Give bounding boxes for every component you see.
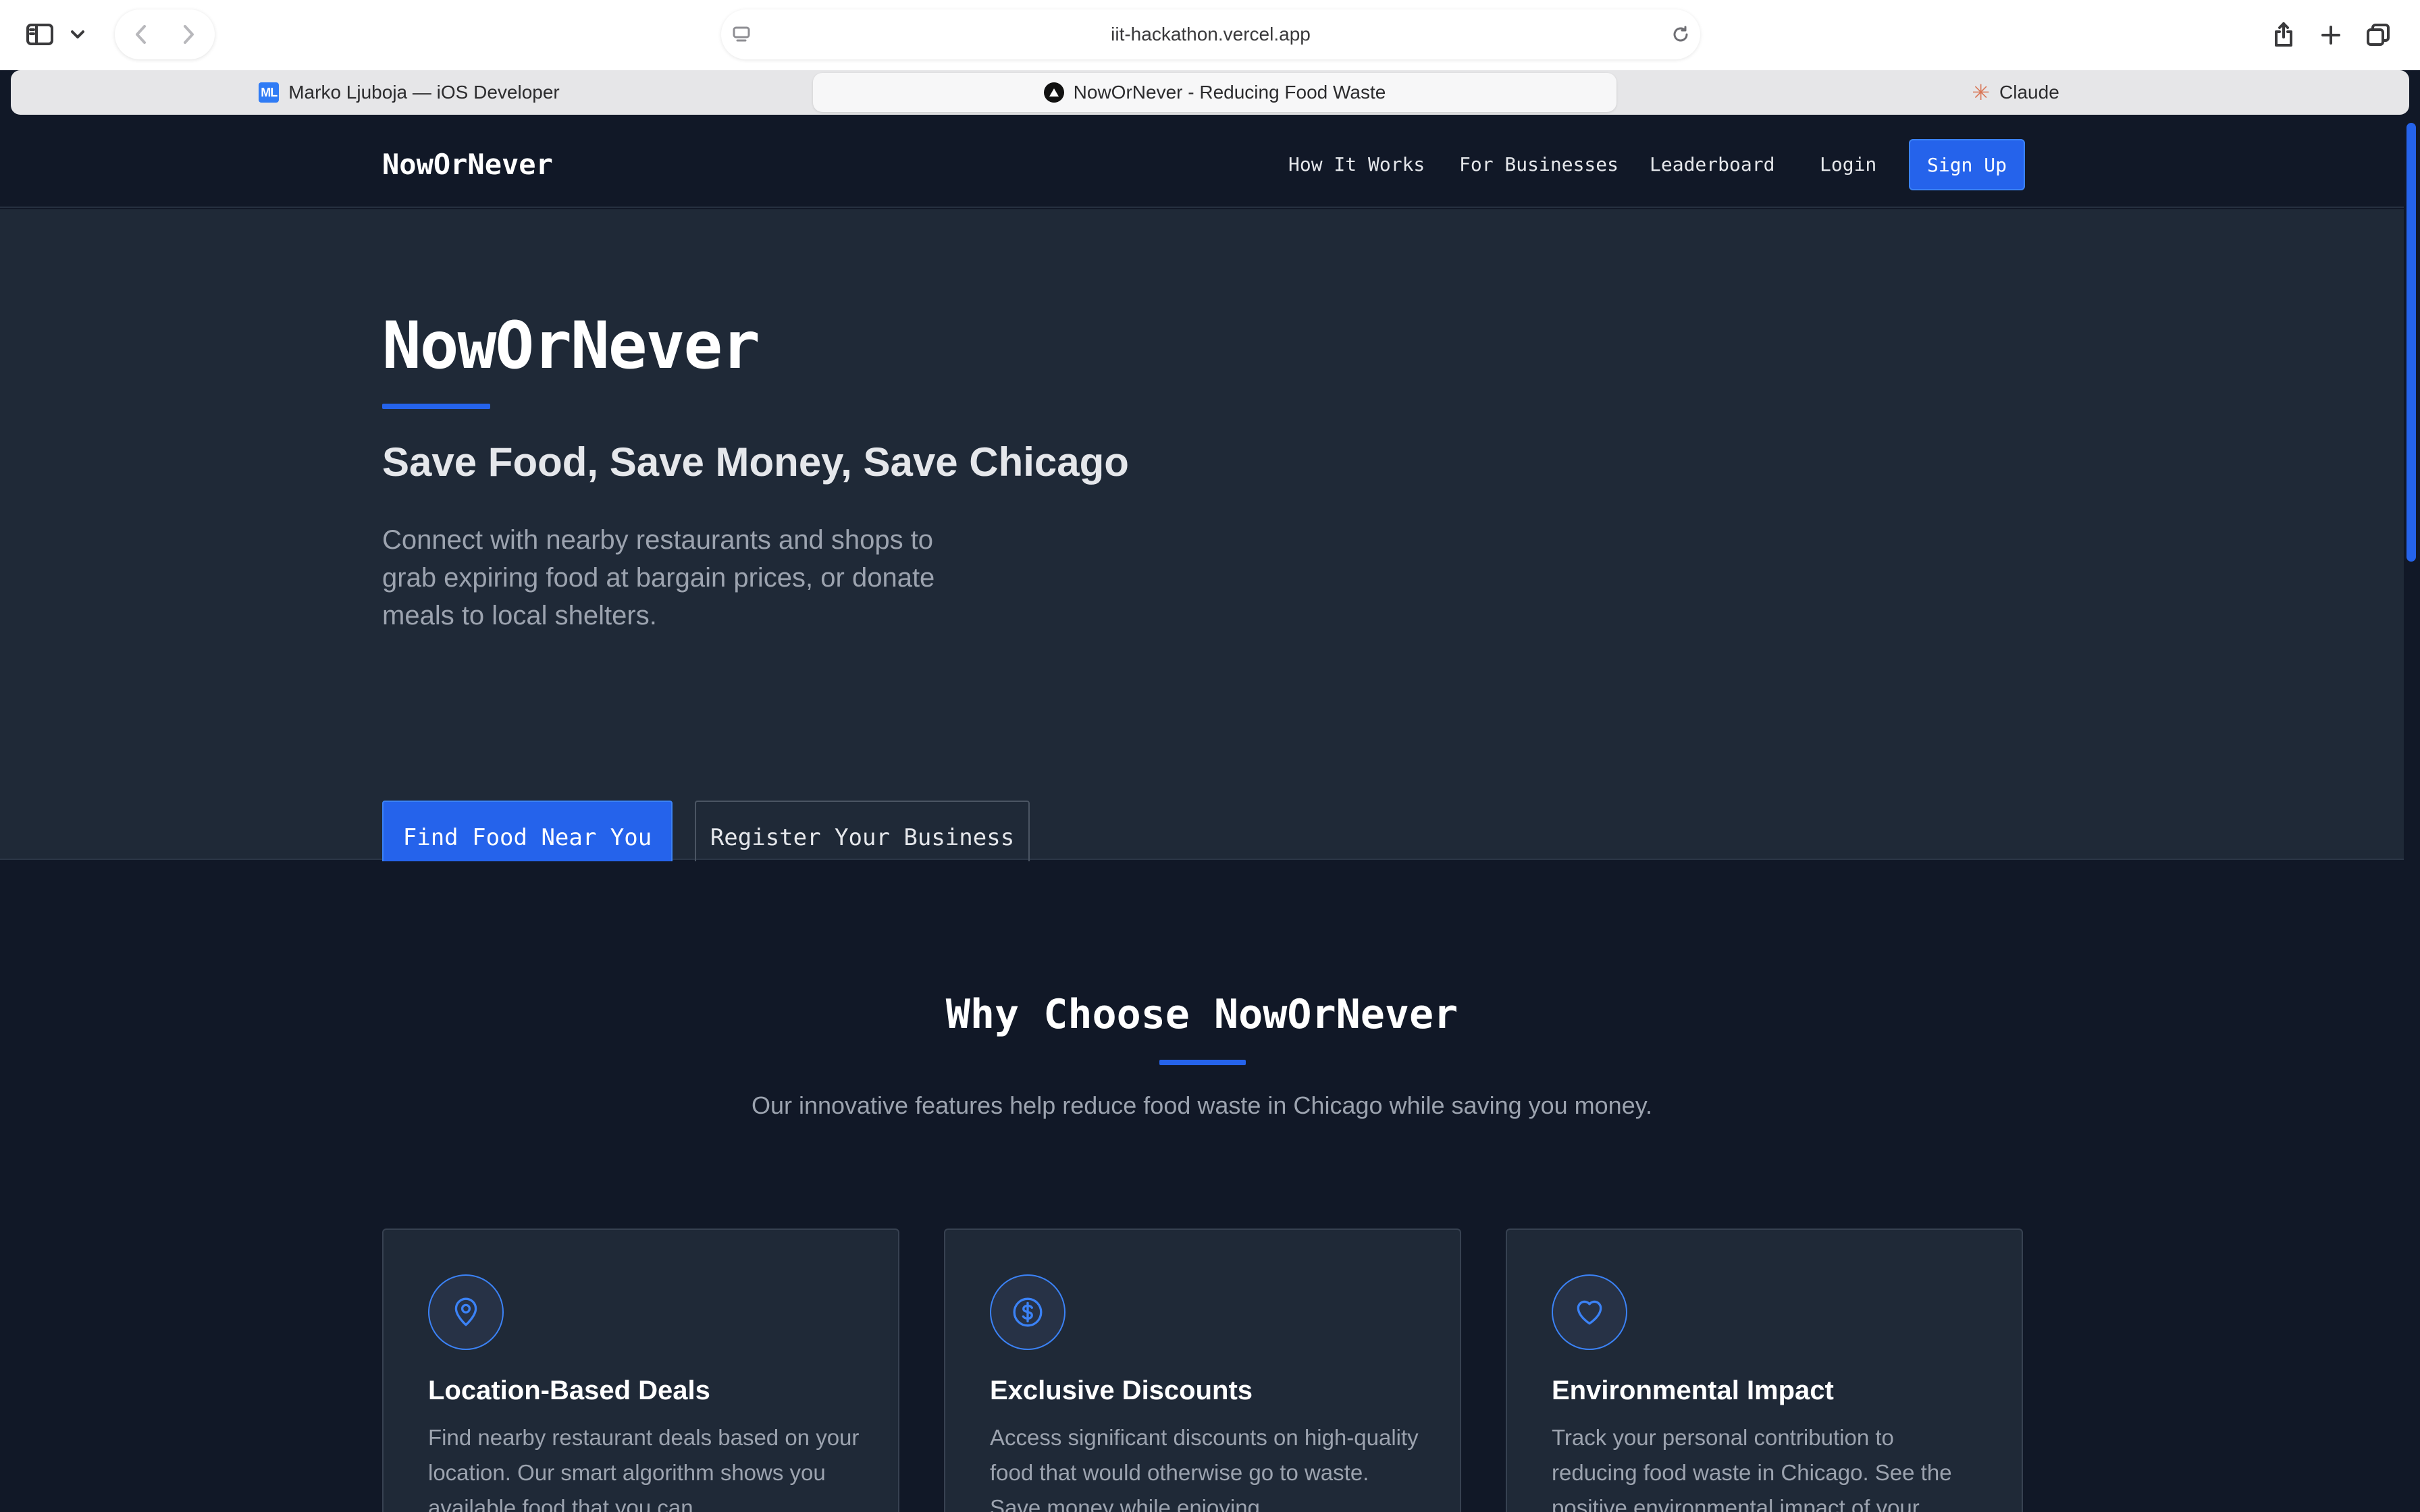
new-tab-icon[interactable]: [2317, 22, 2344, 49]
features-title-underline: [1159, 1060, 1246, 1065]
map-pin-icon: [428, 1274, 504, 1350]
history-nav: [115, 9, 215, 59]
feature-card-environment: Environmental Impact Track your personal…: [1506, 1228, 2023, 1512]
scrollbar-thumb[interactable]: [2406, 123, 2416, 562]
browser-toolbar: iit-hackathon.vercel.app: [0, 0, 2420, 70]
card-description: Track your personal contribution to redu…: [1552, 1425, 1952, 1512]
tab-label: NowOrNever - Reducing Food Waste: [1073, 82, 1386, 103]
nav-for-businesses[interactable]: For Businesses: [1459, 122, 1619, 208]
share-icon[interactable]: [2270, 19, 2297, 50]
hero-subtitle: Save Food, Save Money, Save Chicago: [382, 439, 1129, 485]
card-description: Find nearby restaurant deals based on yo…: [428, 1425, 860, 1512]
card-description: Access significant discounts on high-qua…: [990, 1425, 1419, 1512]
url-text: iit-hackathon.vercel.app: [1111, 24, 1311, 45]
address-bar[interactable]: iit-hackathon.vercel.app: [721, 9, 1700, 59]
features-section: Why Choose NowOrNever Our innovative fea…: [0, 861, 2404, 1512]
tab-bar: ML Marko Ljuboja — iOS Developer NowOrNe…: [11, 70, 2409, 115]
feature-card-location: Location-Based Deals Find nearby restaur…: [382, 1228, 899, 1512]
chevron-down-icon[interactable]: [68, 24, 88, 45]
forward-arrow-icon[interactable]: [177, 23, 200, 46]
tab-label: Marko Ljuboja — iOS Developer: [288, 82, 560, 103]
card-title: Location-Based Deals: [428, 1376, 710, 1405]
reload-icon[interactable]: [1671, 24, 1691, 45]
sign-up-button[interactable]: Sign Up: [1909, 139, 2025, 190]
tab-marko[interactable]: ML Marko Ljuboja — iOS Developer: [11, 70, 808, 115]
features-description: Our innovative features help reduce food…: [751, 1091, 1653, 1119]
card-title: Environmental Impact: [1552, 1376, 1834, 1405]
nav-leaderboard[interactable]: Leaderboard: [1650, 122, 1774, 208]
vercel-favicon-icon: [1043, 82, 1064, 103]
hero-title: NowOrNever: [382, 308, 760, 383]
hero-description: Connect with nearby restaurants and shop…: [382, 525, 935, 630]
dollar-icon: [990, 1274, 1066, 1350]
hero-section: NowOrNever Save Food, Save Money, Save C…: [0, 209, 2404, 875]
web-page: NowOrNever How It Works For Businesses L…: [0, 122, 2404, 1512]
site-header: NowOrNever How It Works For Businesses L…: [0, 122, 2404, 208]
sidebar-toggle-icon[interactable]: [24, 20, 55, 49]
ml-favicon-icon: ML: [259, 82, 280, 103]
hero-title-underline: [382, 404, 490, 409]
claude-favicon-icon: ✳: [1972, 80, 1991, 105]
back-arrow-icon[interactable]: [130, 23, 153, 46]
card-title: Exclusive Discounts: [990, 1376, 1253, 1405]
tab-nowornever[interactable]: NowOrNever - Reducing Food Waste: [813, 73, 1616, 112]
tab-claude[interactable]: ✳ Claude: [1622, 70, 2409, 115]
features-title: Why Choose NowOrNever: [945, 991, 1458, 1038]
tab-label: Claude: [1999, 82, 2059, 103]
feature-card-discounts: Exclusive Discounts Access significant d…: [944, 1228, 1461, 1512]
brand-logo[interactable]: NowOrNever: [382, 122, 553, 208]
heart-icon: [1552, 1274, 1627, 1350]
tab-overview-icon[interactable]: [2365, 22, 2392, 49]
nav-how-it-works[interactable]: How It Works: [1288, 122, 1425, 208]
nav-login[interactable]: Login: [1820, 122, 1876, 208]
